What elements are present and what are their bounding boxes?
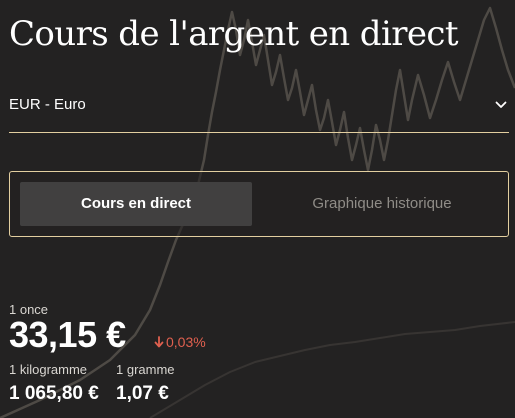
view-tabs: Cours en direct Graphique historique xyxy=(9,171,509,237)
tab-live-price[interactable]: Cours en direct xyxy=(20,182,252,226)
currency-select[interactable]: EUR - Euro xyxy=(9,88,509,133)
price-change: 0,03% xyxy=(154,334,206,350)
kilogram-label: 1 kilogramme xyxy=(9,362,88,377)
arrow-down-icon xyxy=(154,336,164,348)
chevron-down-icon xyxy=(495,101,507,108)
tab-historical-chart[interactable]: Graphique historique xyxy=(266,182,498,226)
gram-value: 1,07 € xyxy=(116,383,169,404)
gram-price: 1 gramme 1,07 € xyxy=(116,361,175,407)
kilogram-value: 1 065,80 € xyxy=(9,383,99,404)
ounce-price-value: 33,15 € xyxy=(9,314,126,355)
gram-label: 1 gramme xyxy=(116,362,175,377)
page-title: Cours de l'argent en direct xyxy=(9,14,459,54)
currency-selected-value: EUR - Euro xyxy=(9,96,86,113)
price-change-value: 0,03% xyxy=(166,334,206,350)
silver-price-widget: Cours de l'argent en direct EUR - Euro C… xyxy=(0,0,515,418)
kilogram-price: 1 kilogramme 1 065,80 € xyxy=(9,361,99,407)
